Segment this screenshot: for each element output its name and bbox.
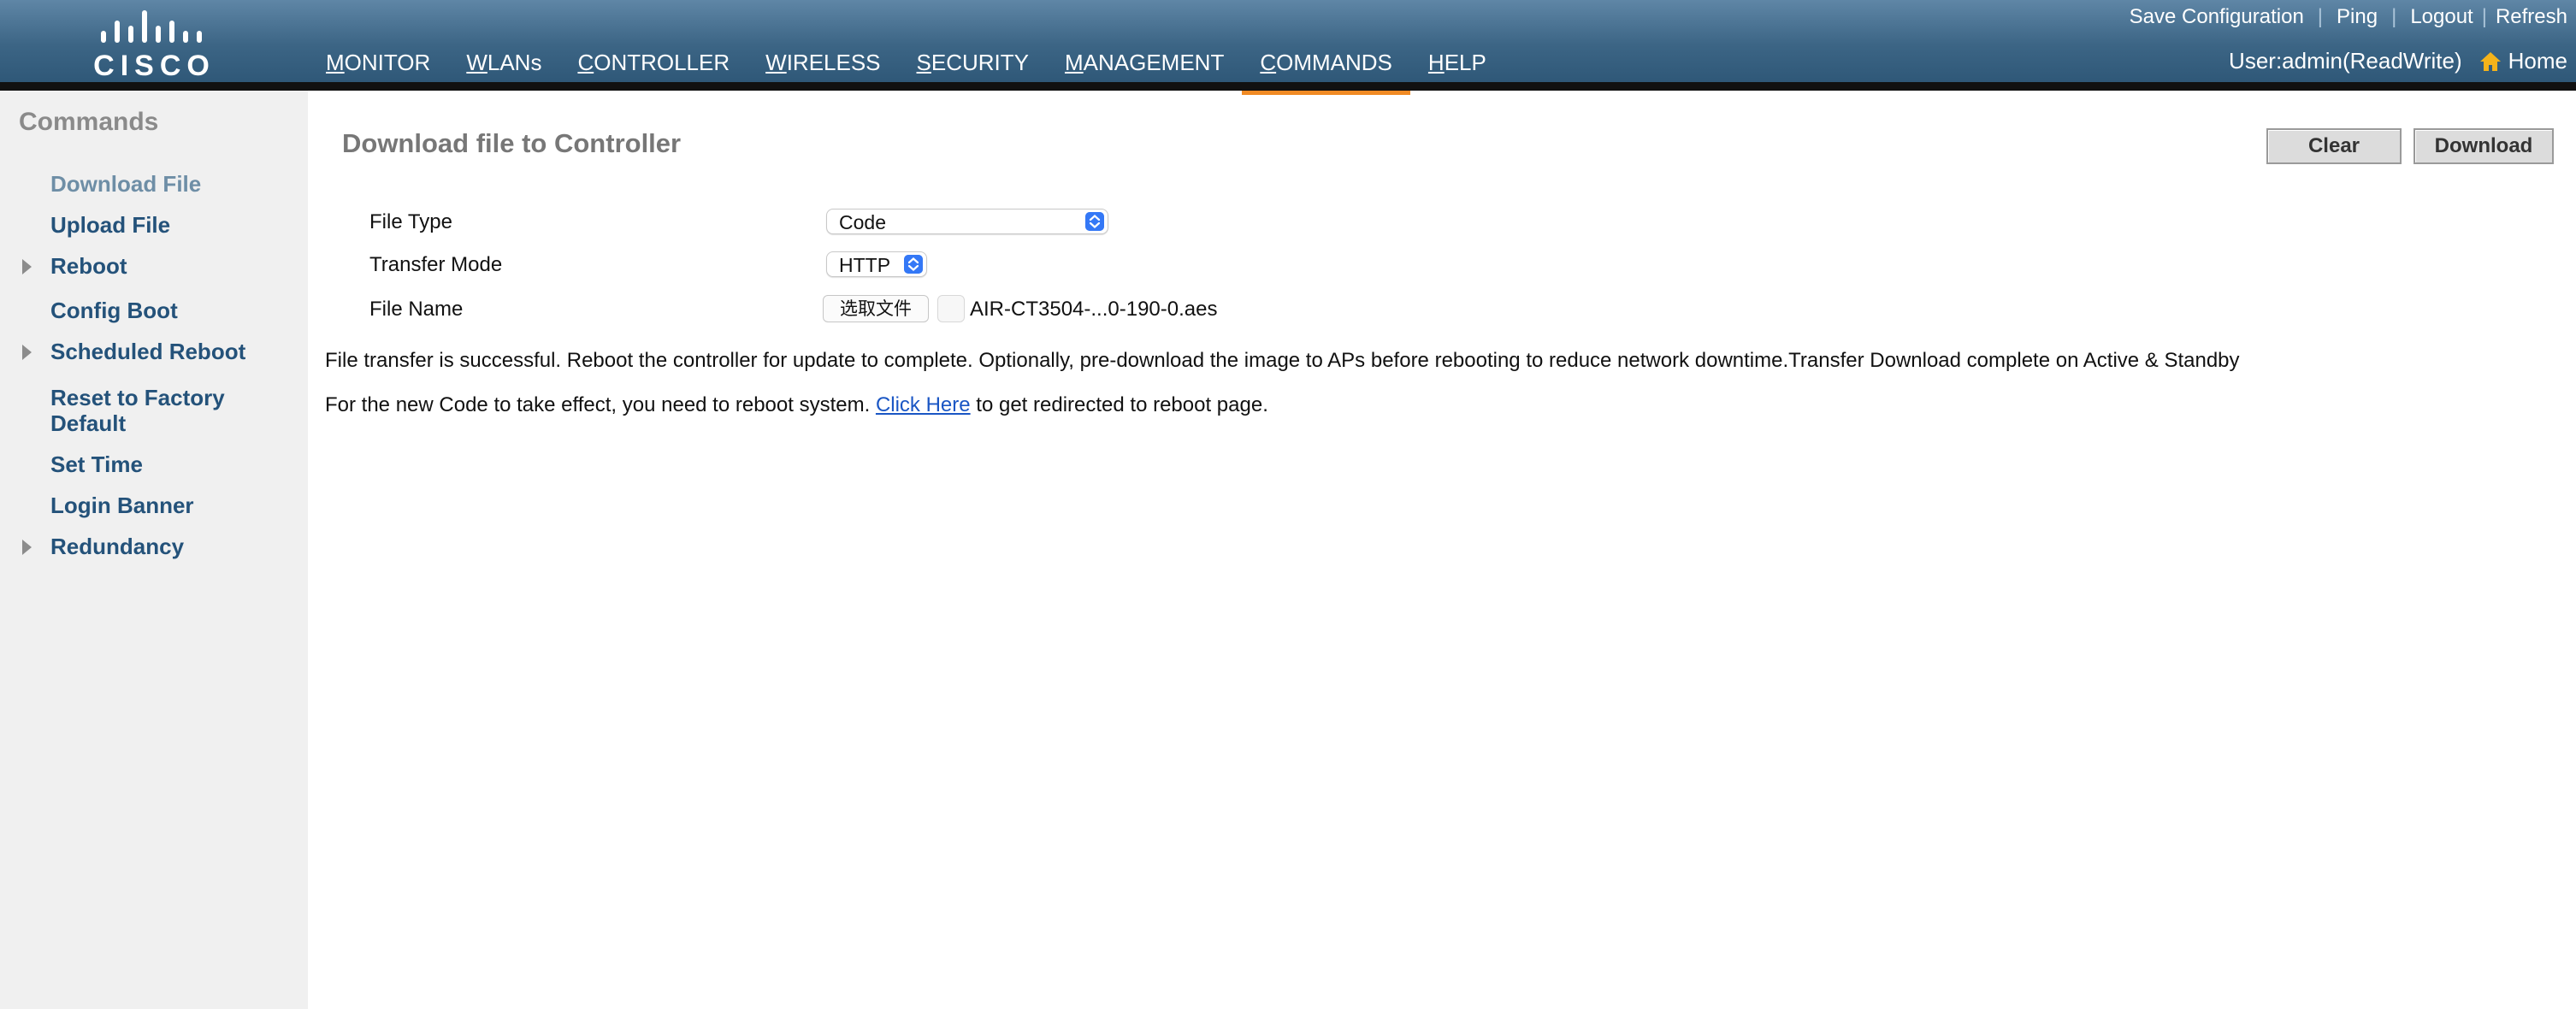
transfer-mode-value: HTTP (839, 254, 891, 276)
sidebar-title: Commands (19, 108, 159, 136)
reboot-notice: For the new Code to take effect, you nee… (325, 393, 1268, 417)
cisco-logo: CISCO (92, 9, 216, 82)
file-type-label: File Type (369, 210, 452, 233)
sidebar-item-set-time[interactable]: Set Time (50, 451, 290, 477)
chevron-updown-icon (904, 255, 923, 274)
sidebar-item-redundancy[interactable]: Redundancy (50, 534, 290, 559)
reboot-notice-prefix: For the new Code to take effect, you nee… (325, 393, 871, 416)
expand-arrow-icon[interactable] (22, 540, 32, 555)
reboot-notice-suffix: to get redirected to reboot page. (976, 393, 1268, 416)
home-link[interactable]: Home (2508, 48, 2567, 74)
choose-file-button[interactable]: 选取文件 (823, 295, 929, 322)
clear-button[interactable]: Clear (2266, 128, 2402, 164)
sidebar-item-scheduled-reboot[interactable]: Scheduled Reboot (50, 339, 290, 364)
sidebar: Commands Download File Upload File Reboo… (0, 91, 308, 1009)
link-separator: | (2317, 5, 2324, 28)
link-separator: | (2481, 5, 2487, 28)
cisco-bars-icon (101, 10, 202, 43)
home-icon (2479, 51, 2501, 71)
page-title: Download file to Controller (342, 128, 682, 158)
sidebar-item-upload-file[interactable]: Upload File (50, 212, 290, 238)
user-label: User:admin(ReadWrite) (2229, 48, 2462, 74)
selected-file-name: AIR-CT3504-...0-190-0.aes (970, 298, 1218, 321)
sidebar-item-login-banner[interactable]: Login Banner (50, 493, 290, 518)
transfer-mode-select[interactable]: HTTP (826, 251, 927, 277)
file-type-value: Code (839, 211, 886, 233)
header-divider (0, 82, 2576, 91)
chevron-updown-icon (1085, 212, 1104, 231)
ping-link[interactable]: Ping (2337, 5, 2378, 29)
status-message: File transfer is successful. Reboot the … (325, 349, 2240, 372)
top-links: Save Configuration | Ping | Logout | Ref… (2130, 5, 2567, 29)
file-name-label: File Name (369, 298, 464, 321)
download-button[interactable]: Download (2414, 128, 2554, 164)
sidebar-item-config-boot[interactable]: Config Boot (50, 298, 290, 323)
expand-arrow-icon[interactable] (22, 259, 32, 274)
expand-arrow-icon[interactable] (22, 345, 32, 360)
sidebar-item-reboot[interactable]: Reboot (50, 253, 290, 279)
click-here-link[interactable]: Click Here (876, 393, 971, 416)
logo-wordmark: CISCO (93, 50, 216, 82)
user-info: User:admin(ReadWrite) Home (2229, 48, 2567, 74)
logout-link[interactable]: Logout (2410, 5, 2473, 29)
transfer-mode-label: Transfer Mode (369, 253, 503, 276)
save-configuration-link[interactable]: Save Configuration (2130, 5, 2304, 29)
file-indicator (937, 295, 965, 322)
file-type-select[interactable]: Code (826, 209, 1108, 234)
sidebar-item-reset-factory-default[interactable]: Reset to Factory Default (50, 385, 256, 436)
top-header: CISCO MONITOR WLANs CONTROLLER WIRELESS … (0, 0, 2576, 95)
link-separator: | (2391, 5, 2397, 28)
sidebar-item-download-file[interactable]: Download File (50, 171, 290, 197)
refresh-link[interactable]: Refresh (2496, 5, 2567, 29)
